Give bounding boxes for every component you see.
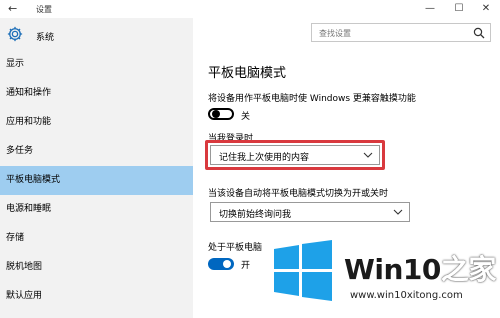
sidebar-item-storage[interactable]: 存储 <box>0 224 193 253</box>
sidebar-item-power-sleep[interactable]: 电源和睡眠 <box>0 195 193 224</box>
sidebar: 系统 显示 通知和操作 应用和功能 多任务 平板电脑模式 电源和睡眠 存储 脱机… <box>0 18 193 318</box>
close-button[interactable]: ✕ <box>478 2 494 16</box>
watermark-url: www.win10xitong.com <box>350 290 463 301</box>
sidebar-nav: 显示 通知和操作 应用和功能 多任务 平板电脑模式 电源和睡眠 存储 脱机地图 … <box>0 50 193 311</box>
tablet-mode-toggle-state: 开 <box>241 261 251 271</box>
minimize-button[interactable]: — <box>422 2 438 16</box>
page-title: 平板电脑模式 <box>208 66 287 81</box>
title-bar: ← 设置 — ☐ ✕ <box>0 0 500 18</box>
tablet-mode-label: 处于平板电脑 <box>208 243 263 253</box>
window-title: 设置 <box>36 5 52 14</box>
toggle-knob <box>212 110 220 118</box>
touch-toggle-state: 关 <box>241 112 251 122</box>
sidebar-item-multitasking[interactable]: 多任务 <box>0 137 193 166</box>
sidebar-item-display[interactable]: 显示 <box>0 50 193 79</box>
sidebar-item-notifications[interactable]: 通知和操作 <box>0 79 193 108</box>
auto-switch-dropdown[interactable]: 切换前始终询问我 <box>210 202 410 222</box>
gear-icon <box>7 26 23 42</box>
maximize-button[interactable]: ☐ <box>451 2 467 16</box>
toggle-knob <box>223 260 231 268</box>
tablet-mode-toggle[interactable] <box>208 258 234 270</box>
watermark-brand: Win10之家 <box>344 248 496 288</box>
sidebar-item-offline-maps[interactable]: 脱机地图 <box>0 253 193 282</box>
sidebar-item-apps[interactable]: 应用和功能 <box>0 108 193 137</box>
windows-logo-icon <box>274 240 332 301</box>
watermark: Win10之家 www.win10xitong.com <box>272 240 500 318</box>
system-header[interactable]: 系统 <box>0 22 193 46</box>
touch-toggle[interactable] <box>208 108 234 120</box>
watermark-brand-home: 之家 <box>440 253 497 286</box>
auto-switch-label: 当该设备自动将平板电脑模式切换为开或关时 <box>208 189 389 199</box>
chevron-down-icon <box>393 209 403 215</box>
auto-switch-dropdown-value: 切换前始终询问我 <box>219 210 292 220</box>
back-arrow-icon[interactable]: ← <box>8 2 17 15</box>
highlight-box <box>205 140 385 170</box>
system-label: 系统 <box>36 33 55 43</box>
touch-setting-description: 将设备用作平板电脑时使 Windows 更兼容触摸功能 <box>208 94 416 104</box>
watermark-brand-win10: Win10 <box>344 253 441 286</box>
sidebar-item-default-apps[interactable]: 默认应用 <box>0 282 193 311</box>
sidebar-item-tablet-mode[interactable]: 平板电脑模式 <box>0 166 193 195</box>
